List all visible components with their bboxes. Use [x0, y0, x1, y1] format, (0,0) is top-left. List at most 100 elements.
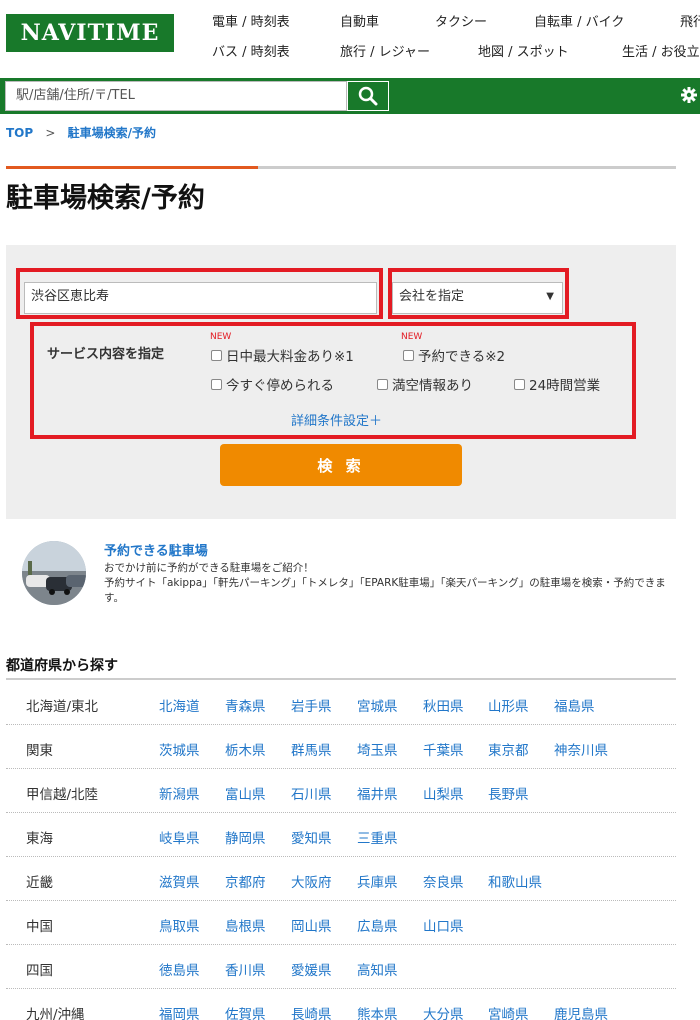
option-24-hours[interactable]: 24時間営業: [514, 374, 600, 394]
prefecture-link[interactable]: 大阪府: [291, 871, 332, 891]
region-name: 中国: [26, 919, 53, 935]
option-park-now[interactable]: 今すぐ停められる: [211, 374, 334, 394]
prefecture-link[interactable]: 滋賀県: [159, 871, 200, 891]
prefecture-link[interactable]: 兵庫県: [357, 871, 398, 891]
prefecture-link[interactable]: 北海道: [159, 695, 200, 715]
breadcrumb-separator: >: [45, 126, 56, 140]
region-name: 東海: [26, 831, 53, 847]
site-header: NAVITIME 電車 / 時刻表 自動車 タクシー 自転車 / バイク 飛行 …: [0, 0, 700, 72]
prefecture-link[interactable]: 千葉県: [423, 739, 464, 759]
prefecture-link[interactable]: 山梨県: [423, 783, 464, 803]
search-bar: 駅/店舗/住所/〒/TEL: [0, 78, 700, 114]
nav-map[interactable]: 地図 / スポット: [478, 41, 569, 60]
prefecture-link[interactable]: 宮崎県: [488, 1003, 529, 1020]
prefecture-link[interactable]: 新潟県: [159, 783, 200, 803]
prefecture-link[interactable]: 鳥取県: [159, 915, 200, 935]
prefecture-link[interactable]: 鹿児島県: [554, 1003, 608, 1020]
region-name: 北海道/東北: [26, 699, 99, 715]
prefecture-link[interactable]: 奈良県: [423, 871, 464, 891]
prefecture-link[interactable]: 岩手県: [291, 695, 332, 715]
search-submit-button[interactable]: [347, 81, 389, 111]
prefecture-link[interactable]: 岡山県: [291, 915, 332, 935]
option-reservable[interactable]: 予約できる※2: [403, 345, 505, 365]
prefecture-link[interactable]: 香川県: [225, 959, 266, 979]
prefecture-link[interactable]: 山口県: [423, 915, 464, 935]
checkbox[interactable]: [211, 349, 222, 361]
nav-life[interactable]: 生活 / お役立: [622, 41, 700, 60]
nav-train[interactable]: 電車 / 時刻表: [212, 11, 290, 30]
prefecture-link[interactable]: 富山県: [225, 783, 266, 803]
prefecture-link[interactable]: 高知県: [357, 959, 398, 979]
prefecture-link[interactable]: 島根県: [225, 915, 266, 935]
prefecture-link[interactable]: 東京都: [488, 739, 529, 759]
region-row: 中国 鳥取県 島根県 岡山県 広島県 山口県: [6, 901, 676, 945]
prefecture-link[interactable]: 埼玉県: [357, 739, 398, 759]
prefecture-link[interactable]: 愛媛県: [291, 959, 332, 979]
prefecture-link[interactable]: 長野県: [488, 783, 529, 803]
nav-taxi[interactable]: タクシー: [435, 11, 487, 30]
prefecture-link[interactable]: 福島県: [554, 695, 595, 715]
breadcrumb: TOP > 駐車場検索/予約: [6, 124, 164, 141]
prefecture-link[interactable]: 熊本県: [357, 1003, 398, 1020]
option-daily-max-fee[interactable]: 日中最大料金あり※1: [211, 345, 354, 365]
nav-flight[interactable]: 飛行: [680, 11, 700, 30]
breadcrumb-current[interactable]: 駐車場検索/予約: [68, 126, 156, 140]
nav-travel[interactable]: 旅行 / レジャー: [340, 41, 430, 60]
nav-bicycle[interactable]: 自転車 / バイク: [534, 11, 624, 30]
prefecture-link[interactable]: 福岡県: [159, 1003, 200, 1020]
region-name: 甲信越/北陸: [26, 787, 99, 803]
region-row: 甲信越/北陸 新潟県 富山県 石川県 福井県 山梨県 長野県: [6, 769, 676, 813]
prefecture-link[interactable]: 京都府: [225, 871, 266, 891]
prefecture-link[interactable]: 徳島県: [159, 959, 200, 979]
prefecture-link[interactable]: 群馬県: [291, 739, 332, 759]
prefecture-link[interactable]: 山形県: [488, 695, 529, 715]
navitime-logo[interactable]: NAVITIME: [6, 14, 174, 52]
prefecture-link[interactable]: 青森県: [225, 695, 266, 715]
gear-icon[interactable]: [680, 86, 698, 104]
prefecture-link[interactable]: 佐賀県: [225, 1003, 266, 1020]
search-button[interactable]: 検 索: [220, 444, 462, 486]
location-input[interactable]: 渋谷区恵比寿: [24, 282, 377, 314]
option-availability-info[interactable]: 満空情報あり: [377, 374, 473, 394]
region-name: 九州/沖縄: [26, 1007, 85, 1020]
region-row: 近畿 滋賀県 京都府 大阪府 兵庫県 奈良県 和歌山県: [6, 857, 676, 901]
prefecture-link[interactable]: 茨城県: [159, 739, 200, 759]
prefecture-link[interactable]: 宮城県: [357, 695, 398, 715]
checkbox[interactable]: [514, 378, 525, 390]
reservable-parking-link[interactable]: 予約できる駐車場: [104, 540, 208, 559]
checkbox[interactable]: [211, 378, 222, 390]
prefecture-link[interactable]: 長崎県: [291, 1003, 332, 1020]
search-icon: [358, 86, 378, 106]
search-input[interactable]: 駅/店舗/住所/〒/TEL: [5, 81, 347, 111]
company-select[interactable]: 会社を指定 ▼: [392, 282, 563, 314]
prefecture-link[interactable]: 福井県: [357, 783, 398, 803]
breadcrumb-home[interactable]: TOP: [6, 126, 33, 140]
nav-bus[interactable]: バス / 時刻表: [212, 41, 290, 60]
prefecture-link[interactable]: 和歌山県: [488, 871, 542, 891]
prefecture-link[interactable]: 岐阜県: [159, 827, 200, 847]
service-options-label: サービス内容を指定: [47, 347, 165, 362]
checkbox[interactable]: [403, 349, 414, 361]
promo-line-2: 予約サイト「akippa」「軒先パーキング」「トメレタ」「EPARK駐車場」「楽…: [104, 577, 666, 604]
region-name: 関東: [26, 743, 53, 759]
option-label: 満空情報あり: [392, 378, 473, 394]
prefecture-link[interactable]: 三重県: [357, 827, 398, 847]
option-label: 24時間営業: [529, 378, 601, 394]
region-row: 北海道/東北 北海道 青森県 岩手県 宮城県 秋田県 山形県 福島県: [6, 681, 676, 725]
prefecture-link[interactable]: 神奈川県: [554, 739, 608, 759]
prefecture-link[interactable]: 大分県: [423, 1003, 464, 1020]
company-select-label: 会社を指定: [399, 289, 465, 304]
nav-car[interactable]: 自動車: [340, 11, 379, 30]
prefecture-link[interactable]: 栃木県: [225, 739, 266, 759]
promo-line-1: おでかけ前に予約ができる駐車場をご紹介！: [104, 562, 314, 574]
promo-description: おでかけ前に予約ができる駐車場をご紹介！ 予約サイト「akippa」「軒先パーキ…: [104, 561, 684, 606]
prefecture-link[interactable]: 広島県: [357, 915, 398, 935]
new-badge: NEW: [210, 332, 232, 342]
checkbox[interactable]: [377, 378, 388, 390]
prefecture-link[interactable]: 秋田県: [423, 695, 464, 715]
prefecture-link[interactable]: 石川県: [291, 783, 332, 803]
detail-conditions-link[interactable]: 詳細条件設定＋: [291, 410, 382, 429]
region-row: 九州/沖縄 福岡県 佐賀県 長崎県 熊本県 大分県 宮崎県 鹿児島県: [6, 989, 676, 1020]
prefecture-link[interactable]: 愛知県: [291, 827, 332, 847]
prefecture-link[interactable]: 静岡県: [225, 827, 266, 847]
